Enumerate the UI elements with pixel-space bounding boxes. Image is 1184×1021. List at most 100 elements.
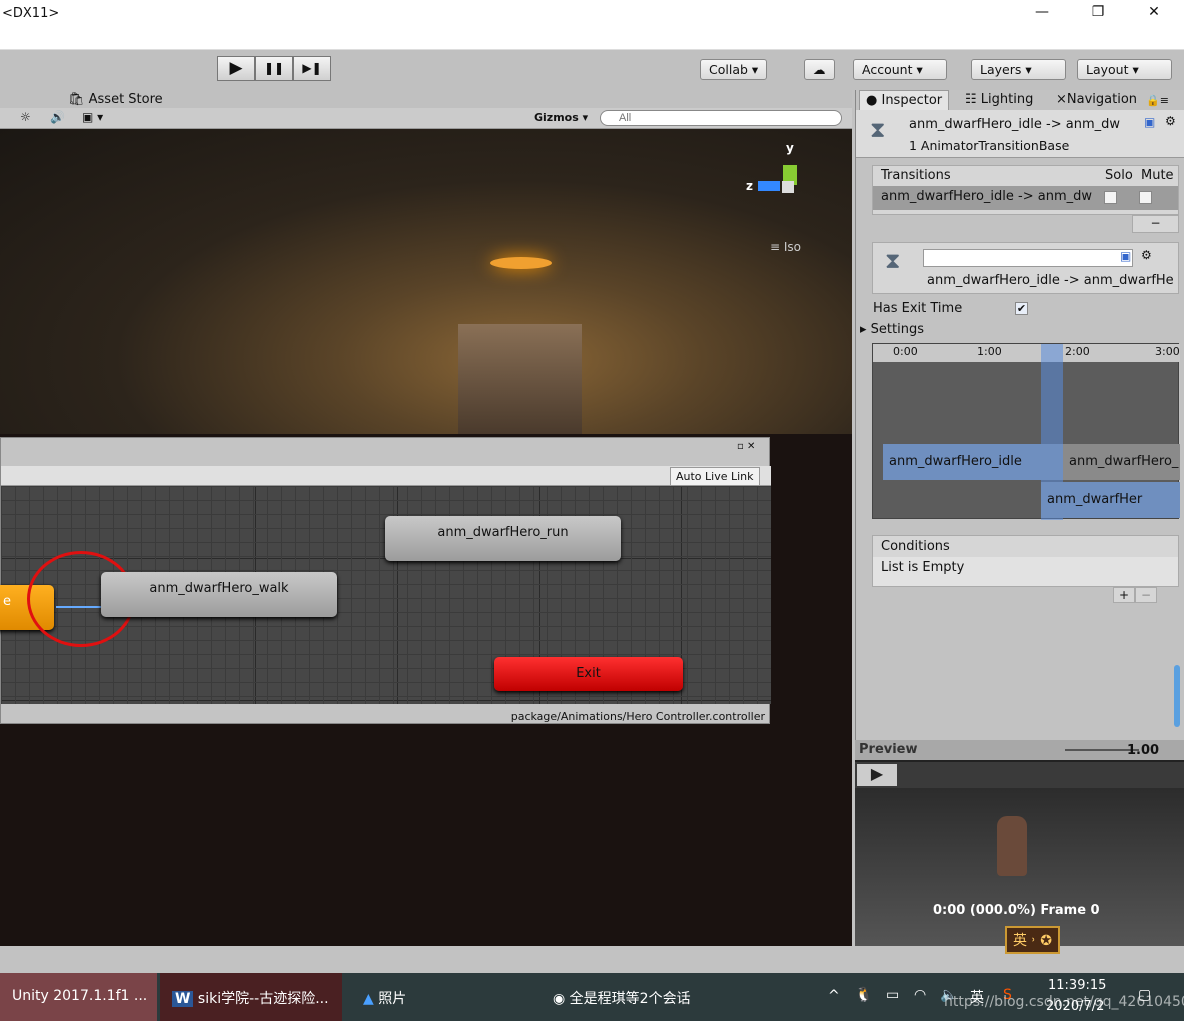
window-title: <DX11> bbox=[2, 6, 60, 21]
transitions-header: Transitions bbox=[881, 168, 951, 183]
minimize-button[interactable]: — bbox=[1032, 4, 1052, 24]
character-model bbox=[997, 816, 1027, 876]
iso-label[interactable]: ≡ Iso bbox=[770, 240, 801, 254]
tab-label: Navigation bbox=[1066, 92, 1138, 107]
account-dropdown[interactable]: Account ▾ bbox=[853, 59, 947, 80]
transition-icon: ⧗ bbox=[885, 249, 901, 274]
taskbar-item-photos[interactable]: ▲ 照片 bbox=[345, 973, 523, 1021]
maximize-icon[interactable]: ▫ ✕ bbox=[737, 441, 755, 452]
transition-settings-header: ⧗ ▣ ⚙ anm_dwarfHero_idle -> anm_dwarfHe bbox=[872, 242, 1179, 294]
header-title: anm_dwarfHero_idle -> anm_dw bbox=[909, 117, 1121, 132]
lock-icon[interactable]: 🔒≡ bbox=[1146, 94, 1169, 107]
remove-transition-button[interactable]: − bbox=[1132, 215, 1179, 233]
photos-icon: ▲ bbox=[363, 991, 374, 1007]
preview-timeline[interactable]: ▶ bbox=[855, 762, 1184, 788]
clip-blend-label: anm_dwarfHer bbox=[1047, 492, 1143, 507]
mute-checkbox[interactable] bbox=[1139, 191, 1152, 204]
gear-icon[interactable]: ⚙ bbox=[1141, 248, 1152, 262]
solo-checkbox[interactable] bbox=[1104, 191, 1117, 204]
inspector-scrollbar[interactable] bbox=[1174, 665, 1180, 727]
step-button[interactable]: ▶❚ bbox=[293, 56, 331, 81]
layout-dropdown[interactable]: Layout ▾ bbox=[1077, 59, 1172, 80]
word-icon: W bbox=[172, 991, 194, 1007]
tray-chevron-icon[interactable]: ^ bbox=[828, 988, 840, 1004]
conditions-list: Conditions List is Empty bbox=[872, 535, 1179, 587]
battery-icon[interactable]: ▭ bbox=[886, 987, 899, 1003]
preview-label: Preview bbox=[859, 742, 918, 757]
taskbar-label: siki学院--古迹探险... bbox=[197, 991, 329, 1007]
notification-icon[interactable]: ▢ bbox=[1138, 987, 1151, 1003]
transition-row-label: anm_dwarfHero_idle -> anm_dw bbox=[881, 189, 1093, 204]
taskbar-item-unity[interactable]: Unity 2017.1.1f1 ... bbox=[0, 973, 157, 1021]
pause-button[interactable]: ❚❚ bbox=[255, 56, 293, 81]
conditions-header: Conditions bbox=[881, 539, 950, 554]
asset-store-label: Asset Store bbox=[88, 92, 163, 107]
layers-label: Layers bbox=[980, 62, 1022, 77]
taskbar-item-chat[interactable]: ◉ 全是程琪等2个会话 bbox=[545, 973, 723, 1021]
help-icon[interactable]: ▣ bbox=[1144, 115, 1155, 129]
transition-name-input[interactable] bbox=[923, 249, 1133, 267]
gizmo-y-label: y bbox=[786, 141, 794, 155]
lighting-toggle-icon[interactable]: ☼ bbox=[20, 110, 31, 124]
brazier-fire bbox=[490, 257, 552, 269]
tab-asset-store[interactable]: 🛍 Asset Store bbox=[68, 92, 163, 107]
gizmo-z-axis bbox=[758, 181, 780, 191]
tab-lighting[interactable]: ☷ Lighting bbox=[959, 90, 1039, 110]
tab-navigation[interactable]: ×Navigation bbox=[1050, 90, 1143, 110]
state-exit[interactable]: Exit bbox=[494, 657, 683, 691]
gizmo-z-label: z bbox=[746, 179, 753, 193]
preview-viewport[interactable]: 0:00 (000.0%) Frame 0 英 ˒ ✪ bbox=[855, 788, 1184, 954]
cloud-button[interactable]: ☁ bbox=[804, 59, 835, 80]
mute-header: Mute bbox=[1141, 168, 1174, 183]
qq-icon[interactable]: 🐧 bbox=[855, 987, 872, 1003]
tab-label: Inspector bbox=[881, 93, 943, 108]
inspector-header: ⧗ anm_dwarfHero_idle -> anm_dw 1 Animato… bbox=[856, 110, 1184, 158]
chat-avatar-icon: ◉ bbox=[553, 991, 566, 1007]
add-condition-button[interactable]: + bbox=[1113, 587, 1135, 603]
taskbar-item-word[interactable]: W siki学院--古迹探险... bbox=[160, 973, 342, 1021]
preview-play-button[interactable]: ▶ bbox=[857, 764, 897, 786]
orientation-gizmo[interactable] bbox=[782, 181, 794, 193]
has-exit-time-checkbox[interactable]: ✔ bbox=[1015, 302, 1028, 315]
speed-value: 1.00 bbox=[1127, 743, 1160, 758]
animator-graph[interactable]: e anm_dwarfHero_walk anm_dwarfHero_run E… bbox=[0, 486, 771, 704]
settings-foldout[interactable]: ▸ Settings bbox=[860, 322, 924, 337]
transition-row[interactable]: anm_dwarfHero_idle -> anm_dw bbox=[873, 186, 1178, 210]
tick-label: 0:00 bbox=[893, 345, 918, 358]
clock-time[interactable]: 11:39:15 bbox=[1048, 978, 1106, 993]
collab-button[interactable]: Collab ▾ bbox=[700, 59, 768, 80]
scene-search-input[interactable] bbox=[600, 110, 842, 126]
audio-toggle-icon[interactable]: 🔊 bbox=[50, 110, 65, 124]
transitions-list: Transitions Solo Mute anm_dwarfHero_idle… bbox=[872, 165, 1179, 215]
state-walk[interactable]: anm_dwarfHero_walk bbox=[101, 572, 337, 617]
gear-icon[interactable]: ⚙ bbox=[1165, 114, 1176, 128]
state-run[interactable]: anm_dwarfHero_run bbox=[385, 516, 621, 561]
remove-condition-button[interactable]: − bbox=[1135, 587, 1157, 603]
wifi-icon[interactable]: ◠ bbox=[914, 987, 926, 1003]
has-exit-time-label: Has Exit Time bbox=[873, 301, 963, 316]
restore-button[interactable]: ❐ bbox=[1088, 4, 1108, 24]
header-subtitle: 1 AnimatorTransitionBase bbox=[909, 138, 1070, 153]
clip-destination: anm_dwarfHero_ bbox=[1063, 444, 1180, 480]
layers-dropdown[interactable]: Layers ▾ bbox=[971, 59, 1066, 80]
account-label: Account bbox=[862, 62, 913, 77]
scene-view[interactable]: y z ≡ Iso bbox=[0, 129, 852, 434]
close-button[interactable]: ✕ bbox=[1144, 4, 1164, 24]
scene-tabs: 🛍 Asset Store bbox=[0, 90, 852, 108]
pillar bbox=[458, 324, 582, 434]
transition-timeline[interactable]: 0:00 1:00 2:00 3:00 anm_dwarfHero_idle a… bbox=[872, 343, 1180, 520]
animator-toolbar: Auto Live Link bbox=[1, 466, 771, 486]
help-icon[interactable]: ▣ bbox=[1120, 249, 1131, 263]
taskbar-label: 照片 bbox=[378, 991, 407, 1007]
auto-live-link-button[interactable]: Auto Live Link bbox=[670, 467, 760, 486]
tab-inspector[interactable]: ● Inspector bbox=[859, 90, 950, 110]
effects-icon[interactable]: ▣ ▾ bbox=[82, 110, 103, 124]
play-button[interactable]: ▶ bbox=[217, 56, 255, 81]
conditions-body: List is Empty bbox=[873, 557, 1178, 586]
gizmos-dropdown[interactable]: Gizmos ▾ bbox=[534, 111, 588, 124]
taskbar-label: Unity 2017.1.1f1 ... bbox=[12, 988, 148, 1004]
solo-header: Solo bbox=[1105, 168, 1133, 183]
tick-label: 1:00 bbox=[977, 345, 1002, 358]
preview-status: 0:00 (000.0%) Frame 0 bbox=[933, 903, 1100, 918]
menu-bar bbox=[0, 28, 1184, 50]
